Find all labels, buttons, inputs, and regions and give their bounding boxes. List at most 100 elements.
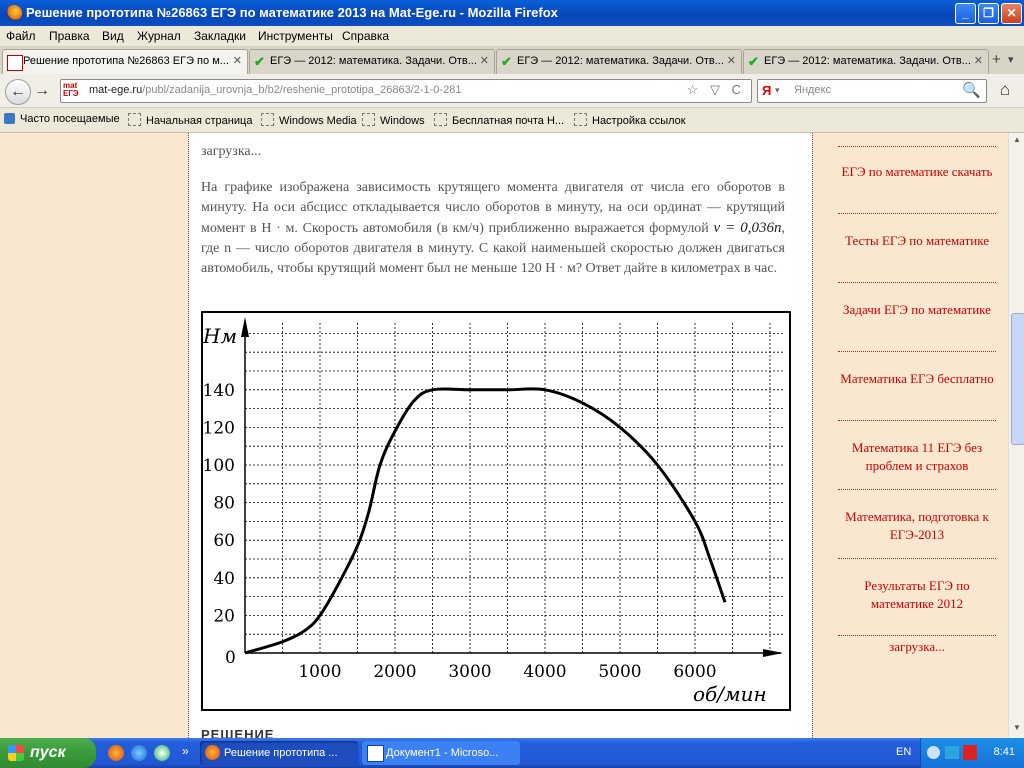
scroll-thumb[interactable]: [1011, 313, 1024, 445]
back-button[interactable]: ←: [5, 79, 31, 105]
x-axis-arrow: [763, 649, 783, 657]
sidebar-link[interactable]: Математика 11 ЕГЭ без проблем и страхов: [838, 439, 996, 475]
site-identity-icon[interactable]: mat ЕГЭ: [63, 82, 85, 100]
tab[interactable]: ✔ ЕГЭ — 2012: математика. Задачи. Отв...…: [249, 49, 495, 74]
minimize-button[interactable]: _: [955, 3, 976, 24]
forward-button[interactable]: →: [32, 79, 52, 103]
search-bar[interactable]: Я ▾ Яндекс 🔍: [757, 79, 987, 103]
bookmark-free-mail[interactable]: Бесплатная почта Н...: [434, 113, 564, 127]
formula: v = 0,036n: [713, 220, 782, 236]
y-tick-label: 140: [203, 381, 235, 401]
media-player-quicklaunch-icon[interactable]: [154, 745, 170, 761]
sidebar-link[interactable]: ЕГЭ по математике скачать: [838, 163, 996, 181]
url-action-icons[interactable]: ☆ ▽ C: [687, 82, 745, 98]
sidebar-link[interactable]: Тесты ЕГЭ по математике: [838, 232, 996, 250]
taskbar-button-firefox[interactable]: Решение прототипа ...: [200, 741, 358, 765]
y-axis-label: Нм: [203, 324, 237, 348]
new-tab-button[interactable]: +: [992, 51, 1001, 68]
solution-heading: РЕШЕНИЕ: [201, 727, 275, 738]
maximize-button[interactable]: ❐: [978, 3, 999, 24]
close-window-button[interactable]: ✕: [1001, 3, 1022, 24]
tab-active[interactable]: Решение прототипа №26863 ЕГЭ по м... ✕: [2, 49, 248, 75]
menu-help[interactable]: Справка: [342, 29, 389, 43]
bookmark-windows-media[interactable]: Windows Media: [261, 113, 357, 127]
bookmark-settings[interactable]: Настройка ссылок: [574, 113, 686, 127]
bookmark-home[interactable]: Начальная страница: [128, 113, 252, 127]
sidebar-divider: [838, 213, 996, 214]
sidebar-divider: [838, 420, 996, 421]
x-tick-label: 2000: [373, 662, 416, 682]
sidebar-link[interactable]: Математика, подготовка к ЕГЭ-2013: [838, 508, 996, 544]
tab-list-button[interactable]: ▾: [1008, 53, 1014, 66]
y-tick-label: 120: [203, 418, 235, 438]
vertical-scrollbar[interactable]: ▲ ▼: [1008, 133, 1024, 738]
x-tick-label: 1000: [298, 662, 341, 682]
address-bar[interactable]: mat ЕГЭ mat-ege.ru/publ/zadanija_urovnja…: [60, 79, 752, 103]
search-icon[interactable]: 🔍: [962, 81, 981, 99]
menu-history[interactable]: Журнал: [137, 29, 181, 43]
sidebar-link[interactable]: Задачи ЕГЭ по математике: [838, 301, 996, 319]
y-tick-label: 80: [213, 494, 235, 514]
bookmark-page-icon: [128, 113, 141, 126]
x-tick-label: 6000: [673, 662, 716, 682]
checkmark-favicon-icon: ✔: [748, 54, 759, 69]
firefox-quicklaunch-icon[interactable]: [108, 745, 124, 761]
tab[interactable]: ✔ ЕГЭ — 2012: математика. Задачи. Отв...…: [496, 49, 742, 74]
clock: 8:41: [993, 746, 1015, 758]
firefox-icon: [6, 5, 22, 21]
tab[interactable]: ✔ ЕГЭ — 2012: математика. Задачи. Отв...…: [743, 49, 989, 74]
x-tick-label: 3000: [448, 662, 491, 682]
quicklaunch-more-icon[interactable]: »: [182, 744, 189, 758]
engine-dropdown-icon[interactable]: ▾: [775, 85, 780, 96]
navigation-bar: ← → mat ЕГЭ mat-ege.ru/publ/zadanija_uro…: [0, 74, 1024, 108]
menu-file[interactable]: Файл: [6, 29, 36, 43]
close-tab-icon[interactable]: ✕: [480, 50, 489, 73]
network-icon[interactable]: [945, 746, 959, 759]
url-text[interactable]: mat-ege.ru/publ/zadanija_urovnja_b/b2/re…: [89, 84, 461, 96]
bookmark-folder-icon: [4, 113, 15, 124]
close-tab-icon[interactable]: ✕: [233, 50, 242, 73]
y-tick-label: 100: [203, 456, 235, 476]
menu-edit[interactable]: Правка: [49, 29, 90, 43]
chart-grid: [245, 323, 783, 653]
scroll-down-icon[interactable]: ▼: [1011, 723, 1023, 735]
sidebar-link[interactable]: Математика ЕГЭ бесплатно: [838, 370, 996, 388]
tab-label: Решение прототипа №26863 ЕГЭ по м...: [23, 55, 229, 67]
windows-logo-icon: [8, 745, 24, 761]
menu-view[interactable]: Вид: [102, 29, 124, 43]
bookmark-page-icon: [434, 113, 447, 126]
sidebar-link[interactable]: Результаты ЕГЭ по математике 2012: [838, 577, 996, 613]
search-placeholder[interactable]: Яндекс: [794, 84, 831, 96]
yandex-icon[interactable]: Я: [762, 83, 771, 98]
tray-arrow-icon[interactable]: [927, 746, 940, 759]
scroll-up-icon[interactable]: ▲: [1011, 135, 1023, 147]
sidebar-divider: [838, 282, 996, 283]
bookmark-page-icon: [261, 113, 274, 126]
antivirus-icon[interactable]: [963, 745, 977, 760]
sidebar-divider: [838, 351, 996, 352]
firefox-icon: [205, 745, 220, 760]
language-indicator[interactable]: EN: [896, 746, 911, 758]
y-tick-label: 20: [213, 606, 235, 626]
close-tab-icon[interactable]: ✕: [727, 50, 736, 73]
menu-bookmarks[interactable]: Закладки: [194, 29, 246, 43]
system-tray: 8:41: [920, 738, 1024, 768]
torque-curve: [244, 387, 727, 655]
bookmarks-toolbar: Часто посещаемые Начальная страница Wind…: [0, 108, 1024, 133]
close-tab-icon[interactable]: ✕: [974, 50, 983, 73]
windows-taskbar: пуск » Решение прототипа ... Документ1 -…: [0, 738, 1024, 768]
tab-label: ЕГЭ — 2012: математика. Задачи. Отв...: [517, 55, 724, 67]
sidebar-loading: загрузка...: [889, 639, 945, 654]
x-axis-label: об/мин: [693, 682, 767, 706]
checkmark-favicon-icon: ✔: [254, 54, 265, 69]
start-button[interactable]: пуск: [0, 738, 96, 768]
tab-strip: Решение прототипа №26863 ЕГЭ по м... ✕ ✔…: [0, 46, 1024, 75]
x-tick-label: 4000: [523, 662, 566, 682]
taskbar-button-word[interactable]: Документ1 - Microso...: [362, 741, 520, 765]
window-title: Решение прототипа №26863 ЕГЭ по математи…: [26, 5, 558, 20]
bookmark-most-visited[interactable]: Часто посещаемые: [4, 113, 120, 125]
menu-tools[interactable]: Инструменты: [258, 29, 333, 43]
ie-quicklaunch-icon[interactable]: [131, 745, 147, 761]
home-button[interactable]: ⌂: [993, 79, 1017, 101]
bookmark-windows[interactable]: Windows: [362, 113, 425, 127]
